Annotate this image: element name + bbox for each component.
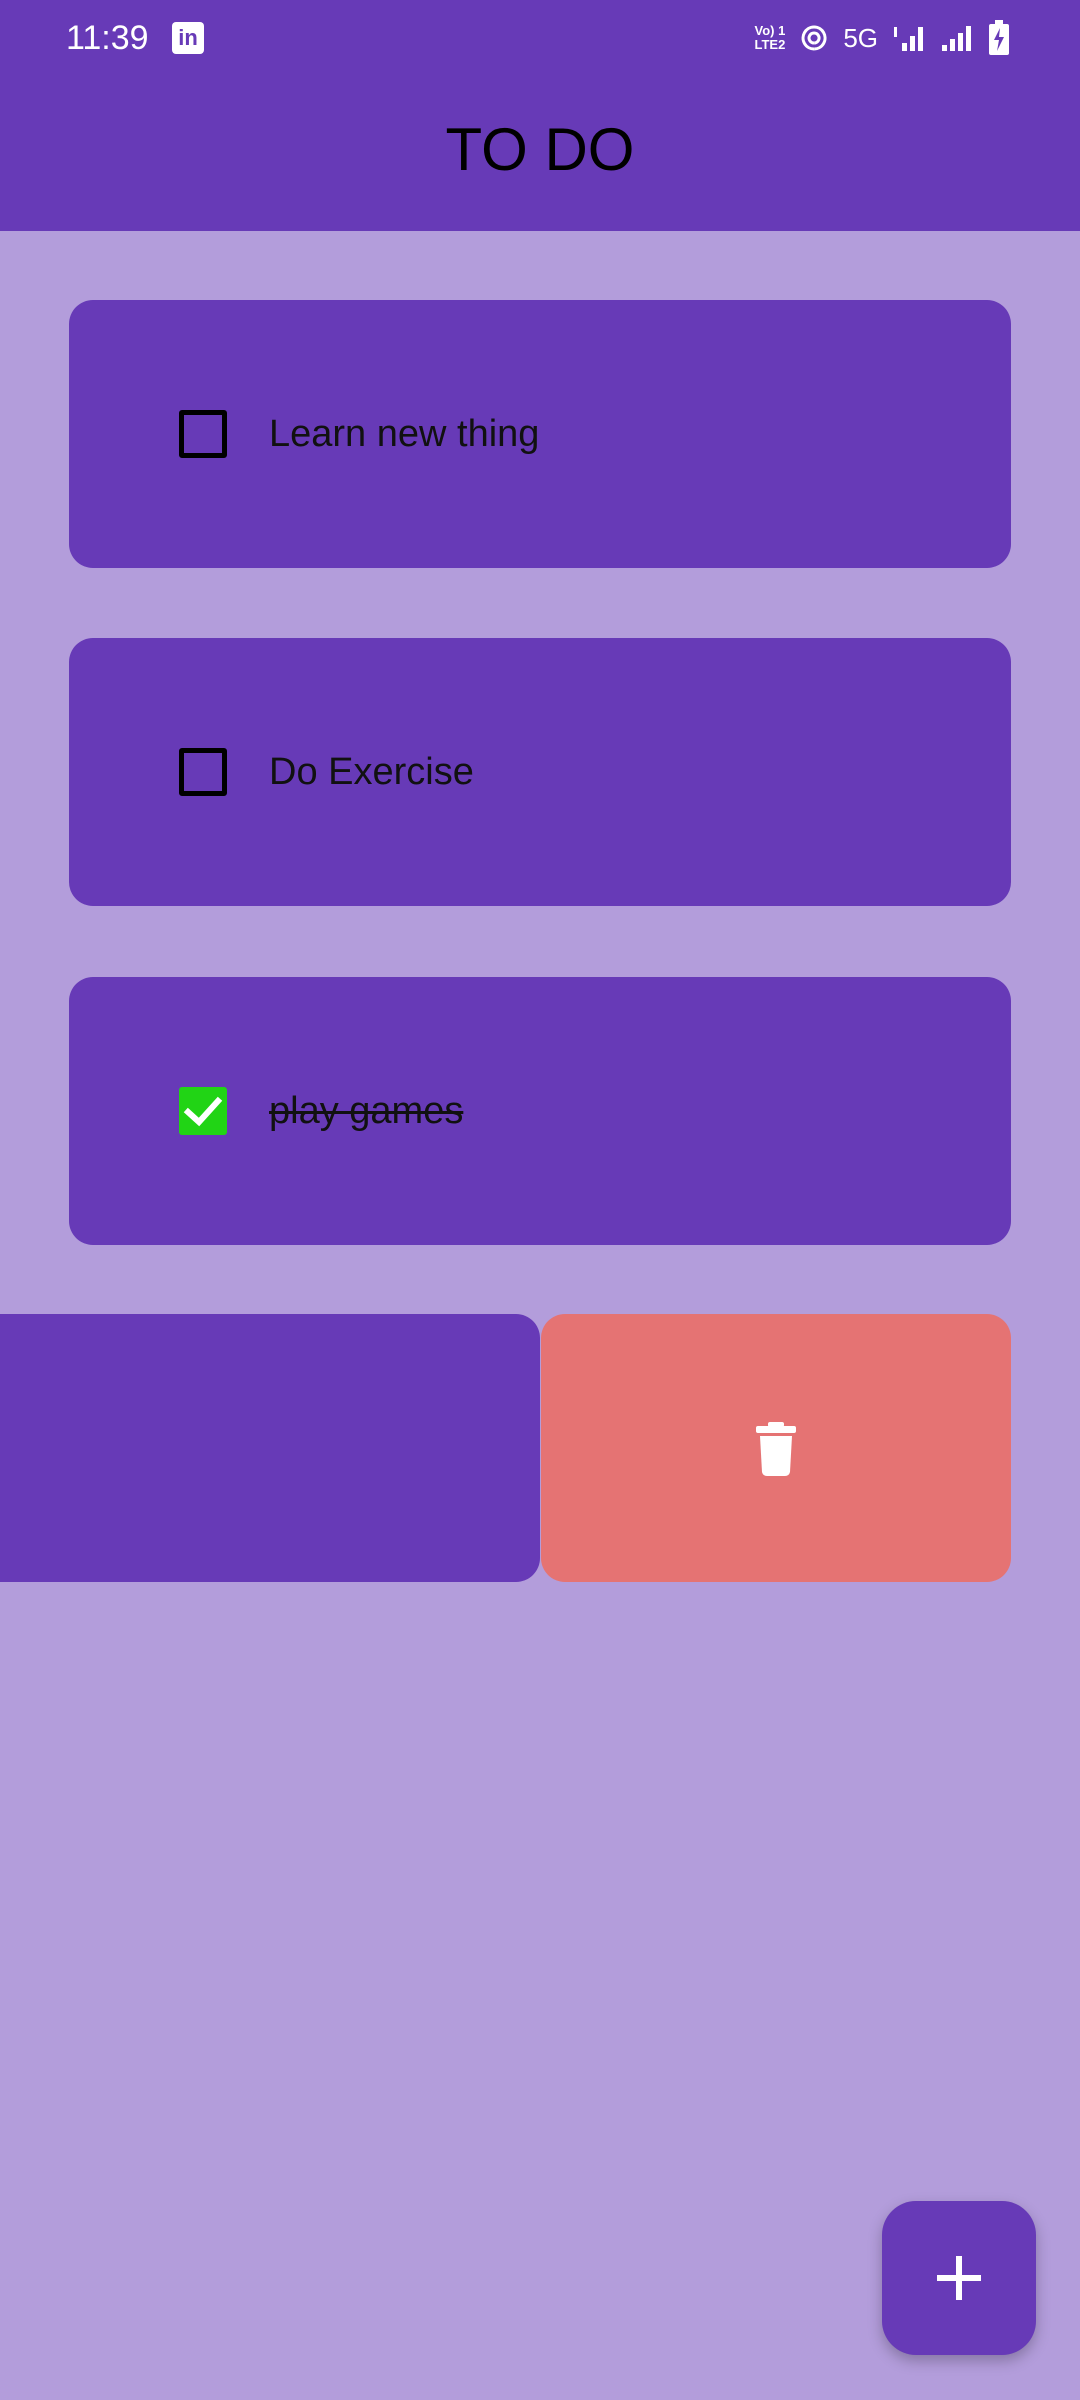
page-title: TO DO	[445, 116, 635, 183]
plus-icon	[937, 2256, 981, 2300]
task-card[interactable]: Do Exercise	[69, 638, 1011, 906]
signal-icon-sim2	[942, 26, 971, 51]
trash-icon	[756, 1422, 796, 1476]
task-checkbox[interactable]	[179, 410, 227, 458]
task-label: play games	[269, 1090, 464, 1132]
status-time: 11:39	[66, 19, 149, 57]
swiped-task-card[interactable]	[0, 1314, 540, 1582]
task-card[interactable]: play games	[69, 977, 1011, 1245]
delete-action[interactable]	[541, 1314, 1011, 1582]
network-type: 5G	[843, 22, 878, 53]
app-bar: 11:39 in Vo) 1 LTE2 5G TO DO	[0, 0, 1080, 231]
hotspot-icon	[801, 25, 827, 51]
task-label: Do Exercise	[269, 751, 474, 793]
task-checkbox[interactable]	[179, 748, 227, 796]
task-label: Learn new thing	[269, 413, 540, 455]
linkedin-icon: in	[172, 22, 204, 54]
task-checkbox-checked[interactable]	[179, 1087, 227, 1135]
status-bar: 11:39 in Vo) 1 LTE2 5G	[0, 0, 1080, 76]
task-card[interactable]: Learn new thing	[69, 300, 1011, 568]
signal-icon-sim1	[894, 27, 923, 51]
add-task-button[interactable]	[882, 2201, 1036, 2355]
battery-charging-icon	[989, 20, 1009, 55]
checkmark-icon	[183, 1096, 223, 1127]
volte-indicator: Vo) 1 LTE2	[754, 23, 786, 52]
status-icons: Vo) 1 LTE2 5G	[754, 18, 1010, 58]
